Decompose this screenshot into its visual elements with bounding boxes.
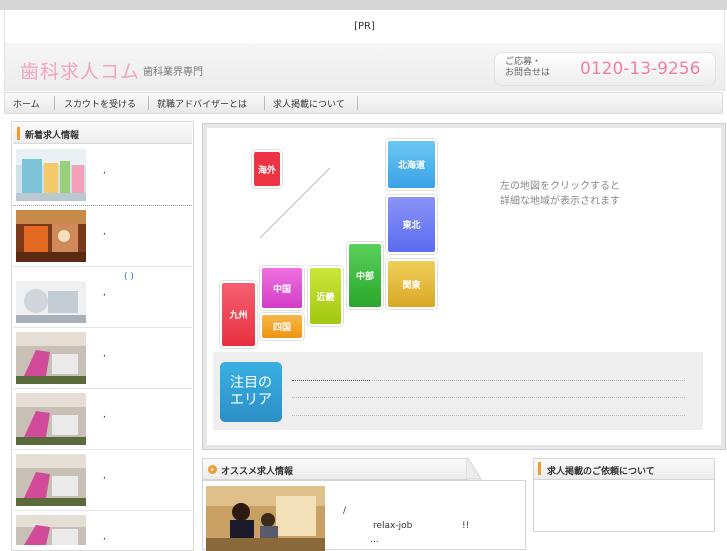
recommended-text: ... xyxy=(370,535,379,545)
job-snippet[interactable]: , xyxy=(103,166,106,176)
listing-request-box xyxy=(533,480,715,532)
pr-banner[interactable]: [PR] xyxy=(4,10,725,43)
region-shikoku-label: 四国 xyxy=(272,323,291,333)
job-thumbnail[interactable] xyxy=(16,454,86,506)
job-snippet[interactable]: , xyxy=(103,288,106,298)
nav-divider xyxy=(148,96,149,110)
region-chugoku[interactable]: 中国 xyxy=(260,266,304,310)
map-hint-line2: 詳細な地域が表示されます xyxy=(500,196,620,207)
region-hokkaido[interactable]: 北海道 xyxy=(386,139,437,190)
job-snippet[interactable]: , xyxy=(103,227,106,237)
nav-divider xyxy=(264,96,265,110)
region-kanto[interactable]: 関東 xyxy=(386,259,437,309)
region-chubu-label: 中部 xyxy=(355,272,374,282)
nav-divider xyxy=(54,96,55,110)
job-thumbnail[interactable] xyxy=(16,149,86,201)
top-bar xyxy=(0,0,727,10)
contact-label-line1: ご応募・ xyxy=(505,57,542,67)
region-overseas[interactable]: 海外 xyxy=(252,150,282,188)
contact-label: ご応募・ お問合せは xyxy=(505,57,565,79)
phone-number[interactable]: 0120-13-9256 xyxy=(580,59,700,79)
featured-divider xyxy=(372,380,685,381)
recommended-text: !! xyxy=(462,521,470,531)
region-overseas-label: 海外 xyxy=(257,165,276,176)
nav-home[interactable]: ホーム xyxy=(13,97,40,110)
region-chugoku-label: 中国 xyxy=(272,284,291,295)
recommended-header-tab-edge xyxy=(466,458,482,480)
job-snippet[interactable]: , xyxy=(103,349,106,359)
recommended-title: オススメ求人情報 xyxy=(221,467,294,477)
sidebar-title-marker xyxy=(17,127,20,140)
site-logo[interactable]: 歯科求人コム xyxy=(20,57,140,84)
featured-divider xyxy=(292,415,685,416)
row-divider xyxy=(13,327,192,328)
row-divider xyxy=(13,388,192,389)
featured-area-box xyxy=(213,352,703,430)
featured-divider xyxy=(292,397,685,398)
nav-listing[interactable]: 求人掲載について xyxy=(273,97,345,110)
job-snippet[interactable]: , xyxy=(103,410,106,420)
nav-scout[interactable]: スカウトを受ける xyxy=(64,97,136,110)
recommended-photo[interactable] xyxy=(206,486,325,551)
listing-request-title[interactable]: 求人掲載のご依頼について xyxy=(547,464,655,477)
region-kinki-label: 近畿 xyxy=(316,292,335,303)
job-thumbnail[interactable] xyxy=(16,271,86,323)
region-chubu[interactable]: 中部 xyxy=(347,242,383,309)
circle-arrow-icon xyxy=(208,465,217,474)
recommended-text: / xyxy=(343,506,347,516)
map-hint-line1: 左の地図をクリックすると xyxy=(500,181,620,192)
job-snippet[interactable]: , xyxy=(103,532,106,542)
region-kyushu[interactable]: 九州 xyxy=(220,281,257,348)
featured-badge-line1: 注目の xyxy=(230,375,272,391)
region-hokkaido-label: 北海道 xyxy=(397,161,425,171)
job-thumbnail[interactable] xyxy=(16,210,86,262)
request-title-marker xyxy=(538,462,541,475)
row-divider xyxy=(13,205,192,206)
map-hint: 左の地図をクリックすると 詳細な地域が表示されます xyxy=(500,179,670,209)
job-thumbnail[interactable] xyxy=(16,515,86,545)
region-kanto-label: 関東 xyxy=(402,280,421,291)
region-kinki[interactable]: 近畿 xyxy=(308,266,343,326)
job-snippet-link[interactable]: ( ) xyxy=(124,272,134,282)
region-shikoku[interactable]: 四国 xyxy=(260,313,304,340)
region-tohoku-label: 東北 xyxy=(402,221,421,231)
pr-label: [PR] xyxy=(354,21,375,32)
nav-divider xyxy=(357,96,358,110)
row-divider xyxy=(13,266,192,267)
region-tohoku[interactable]: 東北 xyxy=(386,195,437,254)
row-divider xyxy=(13,510,192,511)
featured-link[interactable] xyxy=(292,380,370,381)
featured-badge-line2: エリア xyxy=(230,392,272,408)
job-thumbnail[interactable] xyxy=(16,332,86,384)
sidebar-title: 新着求人情報 xyxy=(25,131,80,141)
row-divider xyxy=(13,449,192,450)
site-tagline: 歯科業界専門 xyxy=(143,67,203,78)
nav-advisor[interactable]: 就職アドバイザーとは xyxy=(157,97,247,110)
contact-label-line2: お問合せは xyxy=(505,68,551,78)
featured-area-badge: 注目の エリア xyxy=(220,362,282,422)
job-snippet[interactable]: , xyxy=(103,471,106,481)
region-kyushu-label: 九州 xyxy=(229,311,248,321)
job-thumbnail[interactable] xyxy=(16,393,86,445)
recommended-site-link[interactable]: relax-job xyxy=(373,521,412,531)
